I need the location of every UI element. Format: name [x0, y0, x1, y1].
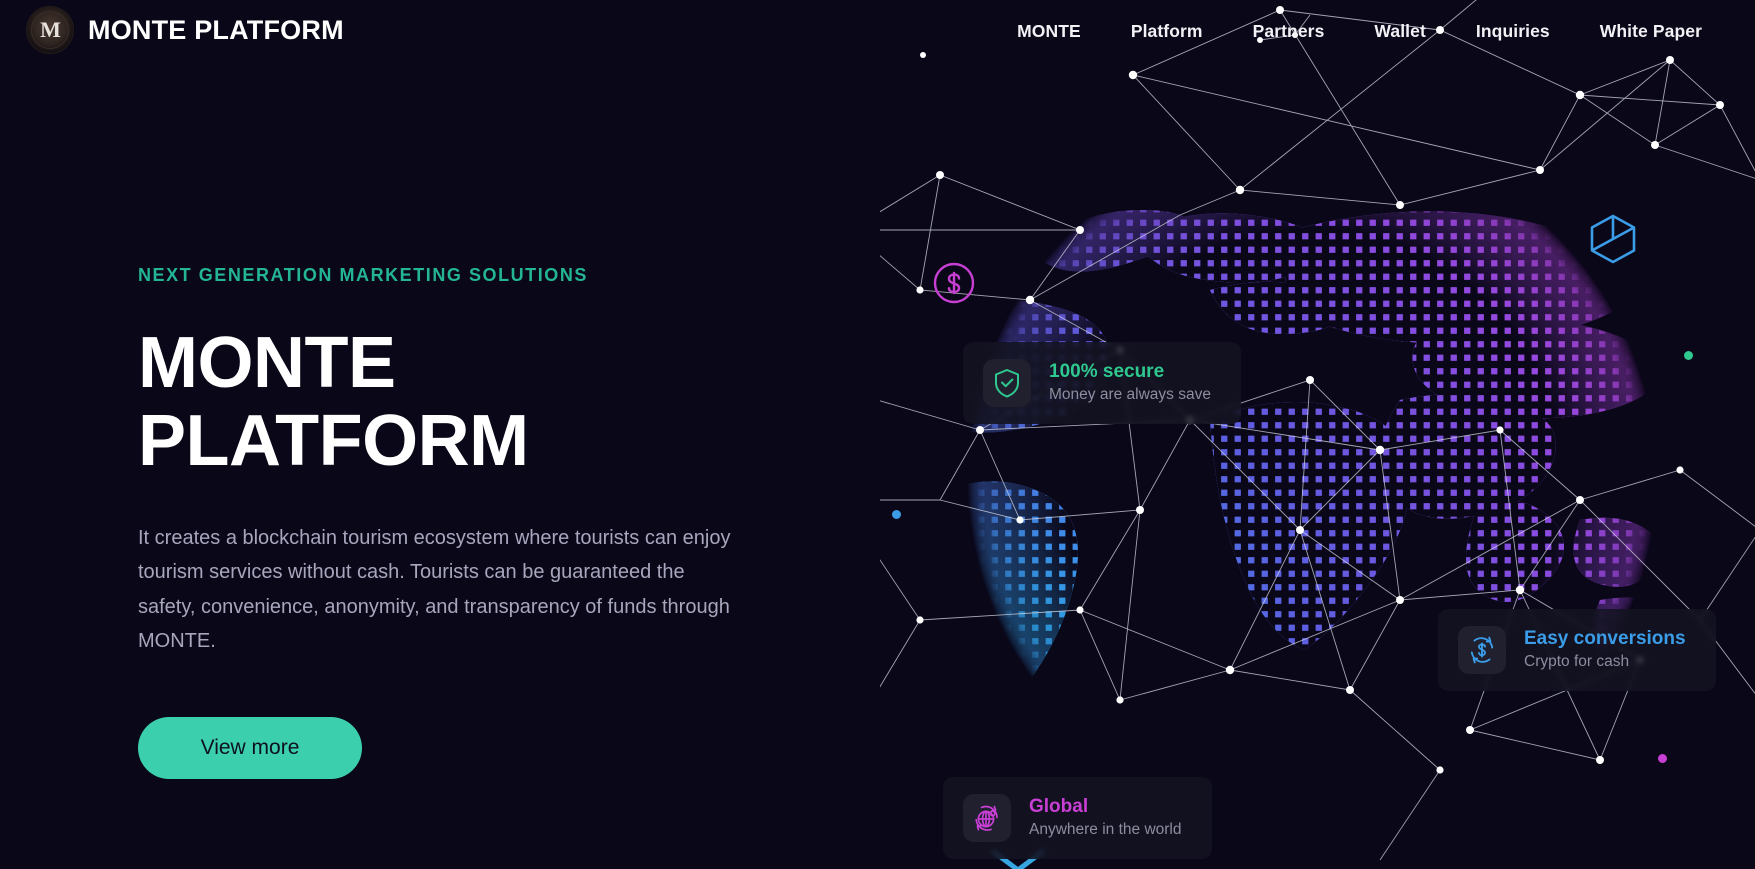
nav-item-white-paper[interactable]: White Paper	[1575, 21, 1727, 42]
feature-card-title: 100% secure	[1049, 360, 1165, 382]
shield-check-icon	[983, 359, 1031, 407]
dot-icon	[1658, 754, 1667, 763]
site-header: M MONTE PLATFORM MONTE Platform Partners…	[0, 0, 1755, 62]
feature-card-title: Global	[1029, 795, 1089, 817]
brand-name: MONTE PLATFORM	[88, 14, 344, 45]
globe-rotate-icon	[963, 794, 1011, 842]
hero-eyebrow: NEXT GENERATION MARKETING SOLUTIONS	[138, 265, 588, 285]
feature-card-conversions[interactable]: Easy conversions Crypto for cash	[1438, 609, 1716, 691]
feature-card-title: Easy conversions	[1524, 627, 1686, 649]
feature-card-text: Global Anywhere in the world	[1029, 795, 1182, 842]
main-nav: MONTE Platform Partners Wallet Inquiries…	[992, 0, 1727, 62]
feature-card-global[interactable]: Global Anywhere in the world	[943, 777, 1212, 859]
headline-line-2: PLATFORM	[138, 401, 529, 482]
nav-item-monte[interactable]: MONTE	[992, 21, 1106, 42]
brand[interactable]: M MONTE PLATFORM	[26, 6, 344, 54]
nav-item-partners[interactable]: Partners	[1228, 21, 1350, 42]
logo-letter: M	[40, 17, 61, 42]
dot-icon	[892, 510, 901, 519]
headline-line-1: MONTE	[138, 323, 396, 403]
feature-card-subtitle: Crypto for cash	[1524, 653, 1630, 671]
dollar-circle-icon	[932, 261, 976, 310]
feature-card-subtitle: Anywhere in the world	[1029, 821, 1182, 839]
globe-visual	[880, 0, 1755, 869]
nav-item-wallet[interactable]: Wallet	[1349, 21, 1451, 42]
feature-card-text: Easy conversions Crypto for cash	[1524, 627, 1686, 674]
hero-section: NEXT GENERATION MARKETING SOLUTIONS MONT…	[138, 265, 778, 779]
currency-exchange-icon	[1458, 626, 1506, 674]
hero-description: It creates a blockchain tourism ecosyste…	[138, 526, 731, 653]
dot-icon	[1684, 351, 1693, 360]
page-title: MONTE PLATFORM	[138, 324, 778, 481]
page-root: M MONTE PLATFORM MONTE Platform Partners…	[0, 0, 1755, 869]
monte-coin-logo-icon: M	[26, 6, 74, 54]
nav-item-inquiries[interactable]: Inquiries	[1451, 21, 1575, 42]
feature-card-subtitle: Money are always save	[1049, 386, 1211, 404]
cube-outline-icon	[1585, 211, 1641, 272]
nav-item-platform[interactable]: Platform	[1106, 21, 1228, 42]
feature-card-text: 100% secure Money are always save	[1049, 360, 1211, 407]
view-more-button[interactable]: View more	[138, 716, 362, 779]
feature-card-secure[interactable]: 100% secure Money are always save	[963, 342, 1241, 424]
